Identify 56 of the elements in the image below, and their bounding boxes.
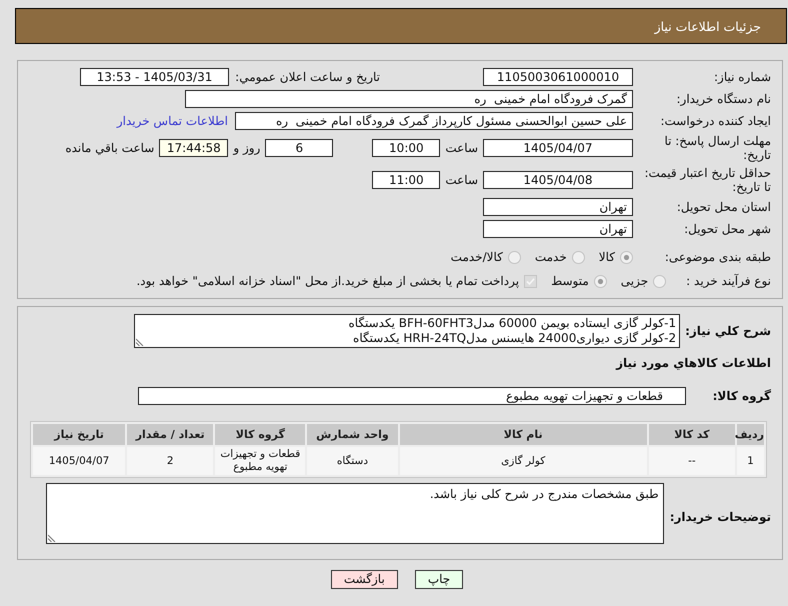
field-label: گروه کالا: — [712, 388, 771, 404]
table-cell: 1405/04/07 — [33, 447, 126, 475]
table-cell: 2 — [127, 447, 214, 475]
description-line: 1-کولر گازی ایستاده بویمن 60000 مدلBFH-60FHT3 یکدستگاه — [348, 316, 676, 331]
field-label: تاریخ و ساعت اعلان عمومي: — [236, 70, 380, 84]
table-cell: -- — [648, 447, 735, 475]
time-field[interactable]: 11:00 — [372, 171, 440, 189]
field-label: شهر محل تحویل: — [683, 222, 771, 236]
field-label: مهلت ارسال پاسخ: تا تاریخ: — [663, 134, 771, 162]
column-header: تعداد / مقدار — [127, 424, 214, 445]
date-field[interactable]: 1405/04/07 — [483, 139, 633, 157]
description-field[interactable]: 1-کولر گازی ایستاده بویمن 60000 مدلBFH-60FHT3 یکدستگاه 2-کولر گازی دیواری24000 هایسنس مدلHRH-24TQ یکدستگاه — [134, 314, 680, 348]
time-field[interactable]: 10:00 — [372, 139, 440, 157]
table-cell: کولر گازی — [400, 447, 647, 475]
resize-grip-icon[interactable] — [48, 534, 56, 542]
column-header: گروه کالا — [215, 424, 306, 445]
need-number-field[interactable]: 1105003061000010 — [483, 68, 633, 86]
buyer-notes-field[interactable]: طبق مشخصات مندرج در شرح کلی نیاز باشد. — [46, 483, 664, 544]
table-cell: دستگاه — [307, 447, 398, 475]
description-line: 2-کولر گازی دیواری24000 هایسنس مدلHRH-24TQ یکدستگاه — [353, 331, 676, 346]
column-header: تاریخ نیاز — [33, 424, 126, 445]
field-label: طبقه بندی موضوعی: — [664, 250, 771, 264]
field-label: روز و — [233, 141, 260, 155]
date-field[interactable]: 1405/04/08 — [483, 171, 633, 189]
city-field[interactable]: تهران — [483, 220, 633, 238]
requester-field[interactable]: علی حسین ابوالحسنی مسئول کارپرداز گمرک فرودگاه امام خمینی ره — [235, 112, 633, 130]
column-header: کد کالا — [648, 424, 735, 445]
column-header: نام کالا — [400, 424, 647, 445]
field-label: حداقل تاریخ اعتبار قیمت: تا تاریخ: — [643, 166, 771, 194]
field-label: ساعت — [445, 173, 478, 187]
remaining-time-field[interactable]: 17:44:58 — [159, 139, 228, 157]
days-field[interactable]: 6 — [265, 139, 334, 157]
field-label: استان محل تحویل: — [676, 200, 771, 214]
field-label: ایجاد کننده درخواست: — [659, 114, 771, 128]
buyer-org-field[interactable]: گمرک فرودگاه امام خمینی ره — [185, 90, 633, 108]
page-title: جزئیات اطلاعات نیاز — [654, 18, 761, 34]
section-heading: اطلاعات کالاهاي مورد نیاز — [616, 355, 771, 371]
field-label: شماره نیاز: — [713, 70, 771, 84]
announce-date-field[interactable]: 1405/03/31 - 13:53 — [80, 68, 229, 86]
field-label: توضیحات خریدار: — [670, 509, 771, 525]
province-field[interactable]: تهران — [483, 198, 633, 216]
field-label: شرح کلي نیاز: — [685, 323, 771, 339]
field-label: ساعت — [445, 141, 478, 155]
column-header: واحد شمارش — [307, 424, 398, 445]
buyer-notes-text: طبق مشخصات مندرج در شرح کلی نیاز باشد. — [430, 487, 659, 502]
buyer-contact-link[interactable]: اطلاعات تماس خریدار — [116, 114, 228, 128]
table-cell: قطعات و تجهیزات تهویه مطبوع — [215, 447, 306, 475]
field-label: ساعت باقي مانده — [65, 141, 154, 155]
print-button[interactable]: چاپ — [414, 570, 464, 589]
field-label: نوع فرآیند خرید : — [686, 274, 771, 288]
back-button[interactable]: بازگشت — [330, 570, 398, 589]
resize-grip-icon[interactable] — [136, 338, 144, 346]
goods-group-field[interactable]: قطعات و تجهیزات تهویه مطبوع — [138, 387, 686, 405]
column-header: ردیف — [736, 424, 764, 445]
table-cell: 1 — [736, 447, 764, 475]
field-label: نام دستگاه خریدار: — [676, 92, 771, 106]
